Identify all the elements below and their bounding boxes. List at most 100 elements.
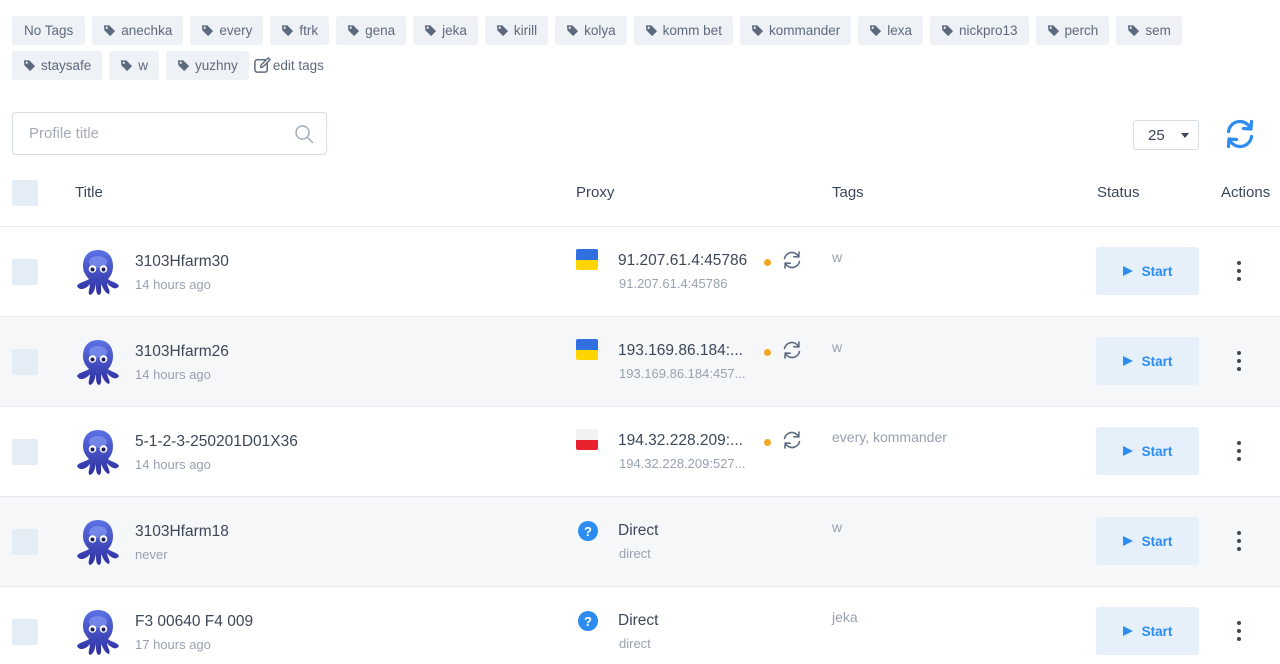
avatar bbox=[77, 340, 119, 385]
tag-label: anechka bbox=[121, 23, 173, 38]
edit-tags-button[interactable]: edit tags bbox=[253, 51, 324, 80]
avatar bbox=[77, 430, 119, 475]
refresh-proxy-icon[interactable] bbox=[781, 339, 803, 361]
search-icon[interactable] bbox=[294, 124, 314, 144]
row-checkbox[interactable] bbox=[12, 349, 38, 375]
search-input[interactable] bbox=[13, 113, 283, 154]
tag-icon bbox=[282, 25, 294, 37]
tag-jeka[interactable]: jeka bbox=[413, 16, 478, 45]
tag-label: w bbox=[138, 58, 149, 73]
profile-title[interactable]: 5-1-2-3-250201D01X36 bbox=[135, 433, 298, 451]
tag-yuzhny[interactable]: yuzhny bbox=[166, 51, 249, 80]
page-size-value: 25 bbox=[1148, 126, 1165, 144]
more-actions-icon[interactable] bbox=[1228, 258, 1250, 284]
row-checkbox[interactable] bbox=[12, 259, 38, 285]
proxy-address: Direct bbox=[618, 612, 659, 629]
tag-no-tags[interactable]: No Tags bbox=[12, 16, 86, 45]
more-actions-icon[interactable] bbox=[1228, 348, 1250, 374]
flag-ua-icon bbox=[576, 249, 598, 270]
tag-label: kirill bbox=[513, 23, 538, 38]
tag-icon bbox=[177, 60, 190, 72]
select-all-checkbox[interactable] bbox=[12, 180, 38, 206]
tag-label: kolya bbox=[584, 23, 616, 38]
more-actions-icon[interactable] bbox=[1228, 618, 1250, 644]
last-used: 14 hours ago bbox=[135, 457, 211, 472]
last-used: never bbox=[135, 547, 168, 562]
edit-icon bbox=[253, 57, 271, 73]
proxy-detail: 194.32.228.209:527... bbox=[619, 456, 746, 471]
play-icon bbox=[1122, 266, 1133, 276]
proxy-detail: 91.207.61.4:45786 bbox=[619, 276, 728, 291]
tag-label: staysafe bbox=[41, 58, 92, 73]
start-label: Start bbox=[1141, 353, 1173, 369]
tag-komm-bet[interactable]: komm bet bbox=[633, 16, 733, 45]
tag-label: lexa bbox=[887, 23, 912, 38]
more-actions-icon[interactable] bbox=[1228, 438, 1250, 464]
tag-lexa[interactable]: lexa bbox=[858, 16, 923, 45]
tag-icon bbox=[496, 25, 508, 37]
profile-title[interactable]: F3 00640 F4 009 bbox=[135, 613, 253, 631]
more-actions-icon[interactable] bbox=[1228, 528, 1250, 554]
tags-filter-bar: No Tags anechka every ftrk gena jeka kirill ko… bbox=[12, 16, 1272, 80]
proxy-status-dot bbox=[764, 349, 771, 356]
profile-tags: every, kommander bbox=[832, 429, 947, 445]
row-checkbox[interactable] bbox=[12, 529, 38, 555]
profile-title[interactable]: 3103Hfarm30 bbox=[135, 253, 229, 271]
tag-icon bbox=[1047, 25, 1059, 37]
chevron-down-icon bbox=[1181, 133, 1189, 138]
column-actions: Actions bbox=[1221, 184, 1271, 201]
tag-label: jeka bbox=[442, 23, 467, 38]
tag-staysafe[interactable]: staysafe bbox=[12, 51, 103, 80]
tag-perch[interactable]: perch bbox=[1035, 16, 1110, 45]
tag-icon bbox=[941, 25, 954, 37]
page-size-select[interactable]: 25 bbox=[1133, 120, 1199, 150]
column-tags: Tags bbox=[832, 184, 864, 201]
profile-search bbox=[12, 112, 327, 155]
refresh-proxy-icon[interactable] bbox=[781, 429, 803, 451]
avatar bbox=[77, 520, 119, 565]
profile-tags: jeka bbox=[832, 609, 858, 625]
tag-kommander[interactable]: kommander bbox=[739, 16, 852, 45]
start-button[interactable]: Start bbox=[1096, 247, 1199, 295]
column-status: Status bbox=[1097, 184, 1140, 201]
tag-icon bbox=[751, 25, 764, 37]
tag-ftrk[interactable]: ftrk bbox=[270, 16, 330, 45]
edit-tags-label: edit tags bbox=[272, 58, 324, 73]
tag-w[interactable]: w bbox=[109, 51, 160, 80]
tag-label: kommander bbox=[768, 23, 841, 38]
tag-anechka[interactable]: anechka bbox=[92, 16, 184, 45]
tag-kirill[interactable]: kirill bbox=[484, 16, 549, 45]
proxy-detail: 193.169.86.184:457... bbox=[619, 366, 746, 381]
start-button[interactable]: Start bbox=[1096, 337, 1199, 385]
tag-nickpro13[interactable]: nickpro13 bbox=[930, 16, 1029, 45]
tag-icon bbox=[348, 25, 360, 37]
start-button[interactable]: Start bbox=[1096, 607, 1199, 655]
row-checkbox[interactable] bbox=[12, 439, 38, 465]
table-row: 3103Hfarm26 14 hours ago 193.169.86.184:..… bbox=[0, 317, 1280, 407]
tag-icon bbox=[870, 25, 882, 37]
profile-tags: w bbox=[832, 249, 843, 265]
refresh-proxy-icon[interactable] bbox=[781, 249, 803, 271]
row-checkbox[interactable] bbox=[12, 619, 38, 645]
tag-label: perch bbox=[1064, 23, 1099, 38]
last-used: 17 hours ago bbox=[135, 637, 211, 652]
start-label: Start bbox=[1141, 443, 1173, 459]
tag-icon bbox=[121, 60, 133, 72]
tag-label: sem bbox=[1145, 23, 1171, 38]
profile-title[interactable]: 3103Hfarm18 bbox=[135, 523, 229, 541]
table-row: F3 00640 F4 009 17 hours ago? Direct direct… bbox=[0, 587, 1280, 664]
tag-every[interactable]: every bbox=[190, 16, 264, 45]
tag-sem[interactable]: sem bbox=[1116, 16, 1182, 45]
tag-gena[interactable]: gena bbox=[336, 16, 407, 45]
start-label: Start bbox=[1141, 263, 1173, 279]
tag-label: nickpro13 bbox=[959, 23, 1018, 38]
tag-icon bbox=[425, 25, 437, 37]
table-header: Title Proxy Tags Status Actions bbox=[0, 170, 1280, 227]
refresh-icon[interactable] bbox=[1222, 116, 1258, 152]
table-row: 3103Hfarm30 14 hours ago 91.207.61.4:45786… bbox=[0, 227, 1280, 317]
start-button[interactable]: Start bbox=[1096, 427, 1199, 475]
start-button[interactable]: Start bbox=[1096, 517, 1199, 565]
column-title[interactable]: Title bbox=[75, 184, 103, 201]
profile-title[interactable]: 3103Hfarm26 bbox=[135, 343, 229, 361]
tag-kolya[interactable]: kolya bbox=[555, 16, 627, 45]
